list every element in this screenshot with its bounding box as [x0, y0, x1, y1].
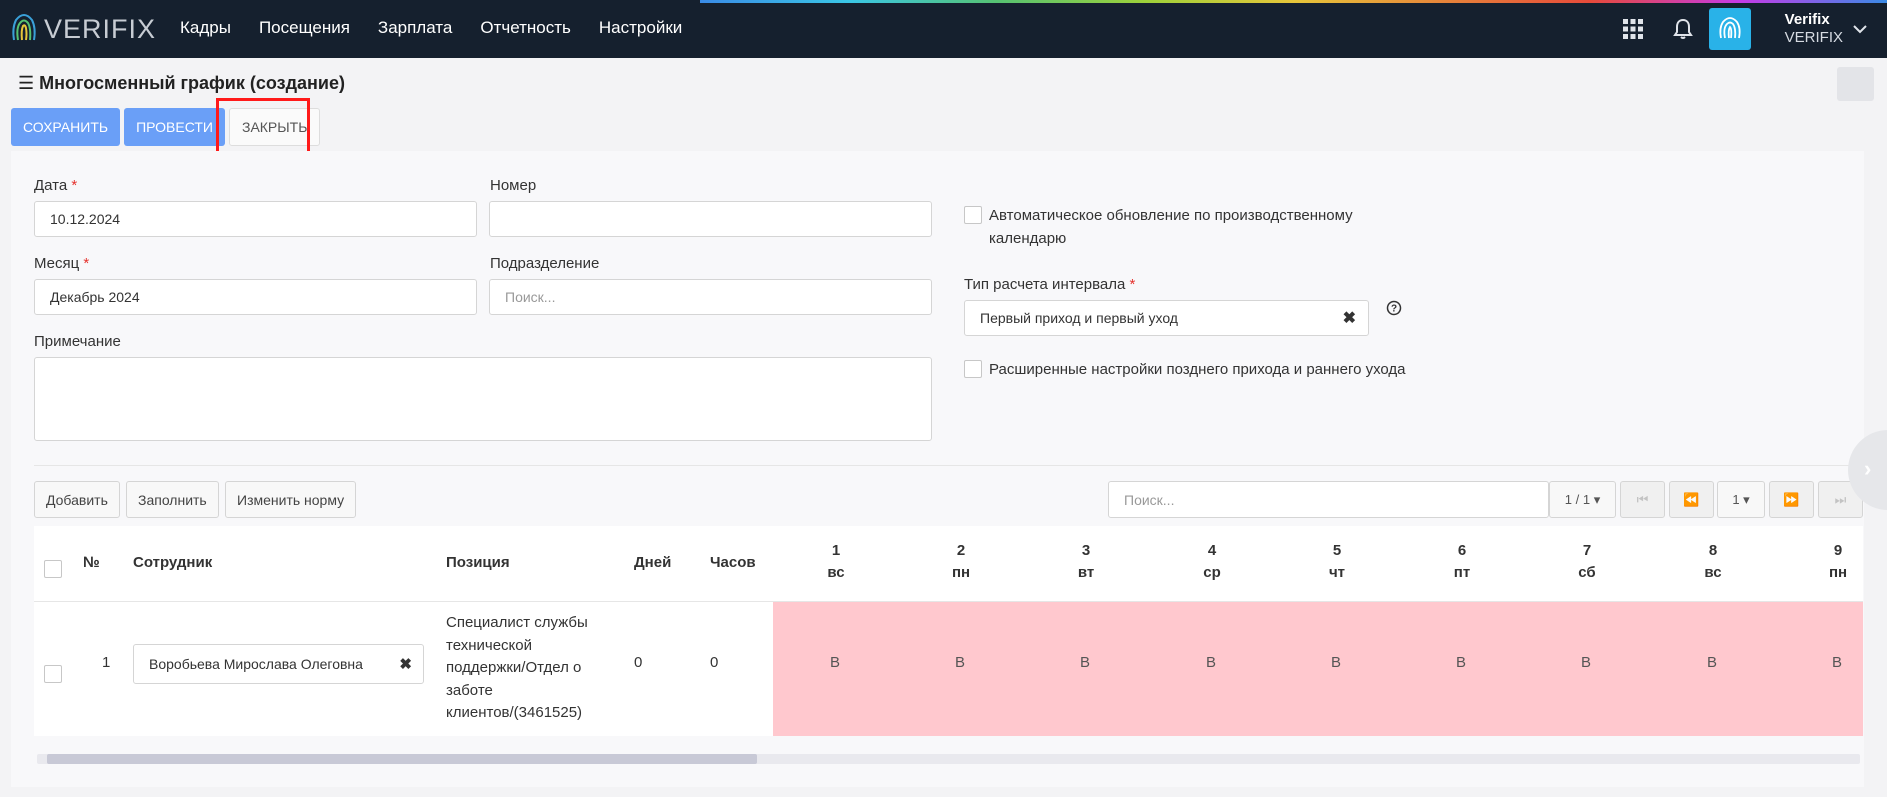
- row-number: 1: [102, 654, 111, 671]
- extended-settings-checkbox[interactable]: [964, 360, 982, 378]
- col-header-employee[interactable]: Сотрудник: [133, 554, 212, 571]
- nav-item-attendance[interactable]: Посещения: [259, 18, 350, 38]
- page-number-dropdown[interactable]: 1 ▾: [1717, 481, 1765, 518]
- day-header: 7 сб: [1578, 542, 1596, 581]
- chevron-down-icon[interactable]: [1853, 24, 1867, 34]
- day-header: 9 пн: [1828, 542, 1848, 581]
- schedule-cell[interactable]: В: [1080, 654, 1090, 671]
- svg-text:?: ?: [1391, 304, 1397, 315]
- day-header: 1 вс: [827, 542, 845, 581]
- hours-count: 0: [710, 654, 719, 671]
- note-textarea[interactable]: [34, 357, 932, 441]
- interval-type-select[interactable]: Первый приход и первый уход ✖: [964, 300, 1369, 336]
- page-title-text: Многосменный график (создание): [39, 73, 345, 93]
- col-header-days: Дней: [634, 554, 672, 571]
- nav-item-settings[interactable]: Настройки: [599, 18, 682, 38]
- scrollbar-thumb[interactable]: [47, 754, 757, 764]
- brand-logo[interactable]: VERIFIX: [10, 10, 156, 48]
- interval-type-label: Тип расчета интервала *: [964, 276, 1136, 293]
- auto-update-checkbox[interactable]: [964, 206, 982, 224]
- day-header: 2 пн: [951, 542, 971, 581]
- top-navbar: VERIFIX Кадры Посещения Зарплата Отчетно…: [0, 0, 1887, 58]
- row-checkbox[interactable]: [44, 665, 62, 683]
- division-label: Подразделение: [490, 255, 600, 272]
- day-header: 4 ср: [1203, 542, 1221, 581]
- col-header-num: №: [83, 554, 100, 571]
- weekend-cells-band: [773, 602, 1863, 736]
- nav-item-reports[interactable]: Отчетность: [480, 18, 571, 38]
- first-page-icon[interactable]: ⏮: [1620, 481, 1665, 518]
- clear-icon[interactable]: ✖: [1343, 308, 1356, 328]
- division-input[interactable]: Поиск...: [489, 279, 932, 315]
- select-all-checkbox[interactable]: [44, 560, 62, 578]
- prev-page-icon[interactable]: ⏪: [1669, 481, 1714, 518]
- save-button[interactable]: СОХРАНИТЬ: [11, 108, 121, 146]
- nav-item-salary[interactable]: Зарплата: [378, 18, 452, 38]
- date-label: Дата *: [34, 177, 78, 194]
- employee-name: Воробьева Мирослава Олеговна: [149, 656, 363, 672]
- auto-update-label: Автоматическое обновление по производств…: [989, 207, 1353, 247]
- layout-toggle-button[interactable]: [1837, 67, 1874, 101]
- month-input[interactable]: Декабрь 2024: [34, 279, 477, 315]
- interval-type-value: Первый приход и первый уход: [980, 310, 1178, 326]
- section-divider: [34, 465, 1863, 466]
- hamburger-icon[interactable]: ☰: [18, 73, 34, 93]
- grid-icon[interactable]: [1622, 19, 1643, 39]
- clear-icon[interactable]: ✖: [399, 655, 412, 673]
- schedule-cell[interactable]: В: [1581, 654, 1591, 671]
- fill-button[interactable]: Заполнить: [126, 481, 219, 518]
- page-info-dropdown[interactable]: 1 / 1 ▾: [1549, 481, 1616, 518]
- month-label: Месяц *: [34, 255, 90, 272]
- help-icon[interactable]: ?: [1386, 300, 1402, 316]
- col-header-hours: Часов: [710, 554, 756, 571]
- number-label: Номер: [490, 177, 537, 194]
- table-search-input[interactable]: Поиск...: [1108, 481, 1549, 518]
- day-header: 5 чт: [1328, 542, 1346, 581]
- close-button-highlight: [216, 98, 310, 156]
- day-header: 8 вс: [1704, 542, 1722, 581]
- chevron-right-icon: ›: [1864, 456, 1872, 481]
- fingerprint-button[interactable]: [1708, 8, 1751, 50]
- date-input[interactable]: 10.12.2024: [34, 201, 477, 237]
- position-text: Специалист службы технической поддержки/…: [446, 614, 588, 721]
- schedule-cell[interactable]: В: [1331, 654, 1341, 671]
- change-norm-button[interactable]: Изменить норму: [225, 481, 357, 518]
- day-header: 6 пт: [1453, 542, 1471, 581]
- employee-select[interactable]: Воробьева Мирослава Олеговна ✖: [133, 644, 424, 684]
- extended-settings-label: Расширенные настройки позднего прихода и…: [989, 361, 1406, 378]
- post-button[interactable]: ПРОВЕСТИ: [124, 108, 225, 146]
- next-page-icon[interactable]: ⏩: [1769, 481, 1814, 518]
- user-company: VERIFIX: [1784, 29, 1843, 46]
- schedule-table: № Сотрудник Позиция Дней Часов 1 вс 2 пн 3…: [34, 526, 1863, 736]
- nav-item-staff[interactable]: Кадры: [180, 18, 231, 38]
- user-menu[interactable]: Verifix VERIFIX: [1785, 11, 1843, 47]
- day-header: 3 вт: [1077, 542, 1095, 581]
- days-count: 0: [634, 654, 643, 671]
- fingerprint-icon: [1719, 17, 1741, 39]
- note-label: Примечание: [34, 333, 121, 350]
- brand-name: VERIFIX: [44, 13, 157, 44]
- page-title: ☰ Многосменный график (создание): [18, 73, 345, 94]
- add-button[interactable]: Добавить: [34, 481, 120, 518]
- schedule-cell[interactable]: В: [955, 654, 965, 671]
- fingerprint-logo-icon: [12, 14, 36, 41]
- schedule-cell[interactable]: В: [1456, 654, 1466, 671]
- schedule-cell[interactable]: В: [1707, 654, 1717, 671]
- number-input[interactable]: [489, 201, 932, 237]
- division-placeholder: Поиск...: [505, 289, 556, 305]
- schedule-cell[interactable]: В: [830, 654, 840, 671]
- bell-icon[interactable]: [1672, 18, 1693, 40]
- user-name: Verifix: [1784, 11, 1830, 28]
- schedule-cell[interactable]: В: [1206, 654, 1216, 671]
- main-nav: Кадры Посещения Зарплата Отчетность Наст…: [180, 18, 682, 38]
- schedule-cell[interactable]: В: [1832, 654, 1842, 671]
- top-right-controls: Verifix VERIFIX: [1622, 0, 1887, 58]
- horizontal-scrollbar[interactable]: [37, 754, 1860, 764]
- col-header-position: Позиция: [446, 554, 510, 571]
